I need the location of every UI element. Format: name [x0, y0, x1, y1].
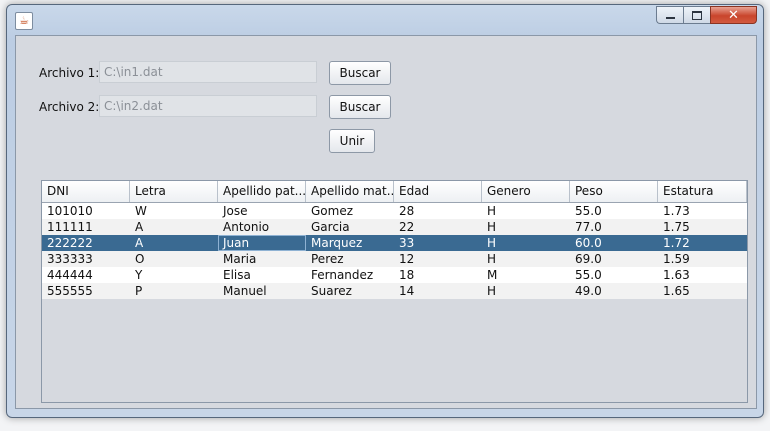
close-icon: ✕: [728, 7, 739, 23]
table-cell[interactable]: 28: [394, 203, 482, 219]
table-cell[interactable]: 14: [394, 283, 482, 299]
table-cell[interactable]: Manuel: [218, 283, 306, 299]
table-cell[interactable]: 444444: [42, 267, 130, 283]
minimize-icon: [665, 17, 675, 19]
table-cell[interactable]: 555555: [42, 283, 130, 299]
table-cell[interactable]: Perez: [306, 251, 394, 267]
table-cell[interactable]: Elisa: [218, 267, 306, 283]
table-row[interactable]: 101010 W Jose Gomez 28 H 55.0 1.73: [42, 203, 747, 219]
table-cell[interactable]: Maria: [218, 251, 306, 267]
browse1-button[interactable]: Buscar: [329, 61, 391, 85]
column-header-peso[interactable]: Peso: [570, 181, 658, 202]
table-cell[interactable]: M: [482, 267, 570, 283]
table-cell[interactable]: 1.65: [658, 283, 746, 299]
column-header-apellido-materno[interactable]: Apellido mat...: [306, 181, 394, 202]
table-cell[interactable]: Marquez: [306, 235, 394, 251]
table-cell[interactable]: O: [130, 251, 218, 267]
table-body: 101010 W Jose Gomez 28 H 55.0 1.73 11111…: [42, 203, 747, 299]
table-cell[interactable]: W: [130, 203, 218, 219]
table-cell[interactable]: 49.0: [570, 283, 658, 299]
table-cell[interactable]: A: [130, 219, 218, 235]
column-header-apellido-paterno[interactable]: Apellido pat...: [218, 181, 306, 202]
column-header-edad[interactable]: Edad: [394, 181, 482, 202]
title-bar[interactable]: ☕ ✕: [7, 5, 763, 35]
table-cell[interactable]: 222222: [42, 235, 130, 251]
file1-field[interactable]: C:\in1.dat: [99, 61, 317, 83]
table-cell[interactable]: 1.73: [658, 203, 746, 219]
column-header-dni[interactable]: DNI: [42, 181, 130, 202]
table-cell[interactable]: 1.75: [658, 219, 746, 235]
table-cell[interactable]: H: [482, 251, 570, 267]
table-cell[interactable]: 60.0: [570, 235, 658, 251]
table-cell[interactable]: 333333: [42, 251, 130, 267]
table-cell[interactable]: Antonio: [218, 219, 306, 235]
column-header-estatura[interactable]: Estatura: [658, 181, 747, 202]
table-row[interactable]: 444444 Y Elisa Fernandez 18 M 55.0 1.63: [42, 267, 747, 283]
table-cell[interactable]: P: [130, 283, 218, 299]
table-cell[interactable]: 1.72: [658, 235, 746, 251]
table-cell[interactable]: Suarez: [306, 283, 394, 299]
table-row[interactable]: 333333 O Maria Perez 12 H 69.0 1.59: [42, 251, 747, 267]
table-cell[interactable]: Y: [130, 267, 218, 283]
close-button[interactable]: ✕: [710, 6, 757, 24]
table-cell[interactable]: 77.0: [570, 219, 658, 235]
table-cell[interactable]: 33: [394, 235, 482, 251]
merge-button[interactable]: Unir: [329, 129, 375, 153]
table-cell[interactable]: H: [482, 283, 570, 299]
window-controls: ✕: [656, 6, 757, 24]
column-header-genero[interactable]: Genero: [482, 181, 570, 202]
browse2-button[interactable]: Buscar: [329, 95, 391, 119]
table-cell[interactable]: 111111: [42, 219, 130, 235]
table-cell[interactable]: 69.0: [570, 251, 658, 267]
maximize-icon: [692, 10, 702, 20]
table-cell[interactable]: 1.63: [658, 267, 746, 283]
maximize-button[interactable]: [683, 6, 710, 24]
minimize-button[interactable]: [656, 6, 683, 24]
table-cell[interactable]: Jose: [218, 203, 306, 219]
table-cell[interactable]: 18: [394, 267, 482, 283]
table-cell[interactable]: H: [482, 235, 570, 251]
table-row[interactable]: 555555 P Manuel Suarez 14 H 49.0 1.65: [42, 283, 747, 299]
column-header-letra[interactable]: Letra: [130, 181, 218, 202]
table-cell[interactable]: 22: [394, 219, 482, 235]
app-window: ☕ ✕ Archivo 1: C:\in1.dat Buscar Archivo…: [6, 4, 764, 418]
file2-label: Archivo 2:: [39, 100, 100, 114]
table-row[interactable]: 111111 A Antonio Garcia 22 H 77.0 1.75: [42, 219, 747, 235]
table-cell[interactable]: 55.0: [570, 203, 658, 219]
table-header: DNI Letra Apellido pat... Apellido mat..…: [42, 181, 747, 203]
java-icon[interactable]: ☕: [15, 12, 33, 30]
table-cell[interactable]: 12: [394, 251, 482, 267]
table-cell-focused[interactable]: Juan: [218, 235, 306, 251]
file2-field[interactable]: C:\in2.dat: [99, 95, 317, 117]
table-cell[interactable]: Gomez: [306, 203, 394, 219]
table-cell[interactable]: Garcia: [306, 219, 394, 235]
table-cell[interactable]: 101010: [42, 203, 130, 219]
data-table[interactable]: DNI Letra Apellido pat... Apellido mat..…: [41, 180, 748, 403]
table-row-selected[interactable]: 222222 A Juan Marquez 33 H 60.0 1.72: [42, 235, 747, 251]
table-cell[interactable]: Fernandez: [306, 267, 394, 283]
table-cell[interactable]: H: [482, 203, 570, 219]
table-cell[interactable]: 55.0: [570, 267, 658, 283]
table-cell[interactable]: 1.59: [658, 251, 746, 267]
table-cell[interactable]: H: [482, 219, 570, 235]
file1-label: Archivo 1:: [39, 66, 100, 80]
content-panel: Archivo 1: C:\in1.dat Buscar Archivo 2: …: [15, 35, 757, 409]
table-cell[interactable]: A: [130, 235, 218, 251]
